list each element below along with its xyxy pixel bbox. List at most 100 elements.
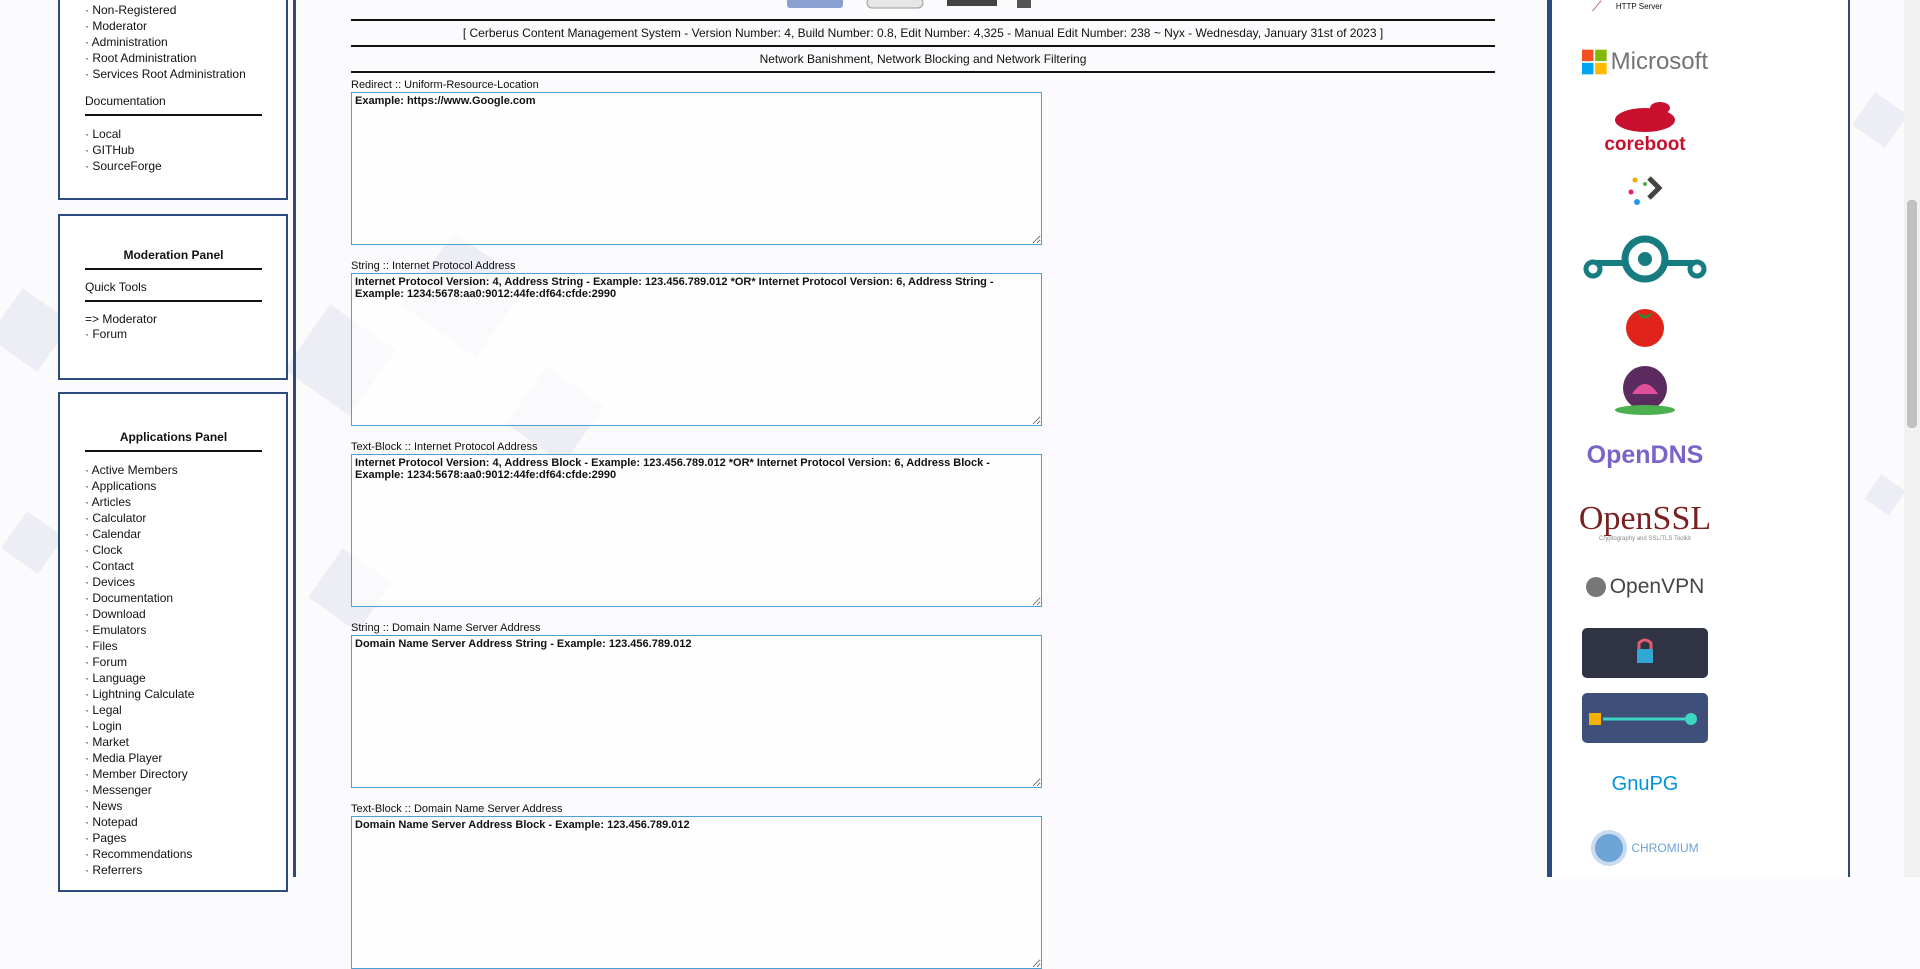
lotus-logo[interactable] — [1582, 364, 1708, 418]
application-item[interactable]: Notepad — [85, 814, 262, 830]
application-item[interactable]: Clock — [85, 542, 262, 558]
dns-block-label: Text-Block :: Domain Name Server Address — [351, 803, 563, 815]
application-item[interactable]: Media Player — [85, 750, 262, 766]
dns-string-field: String :: Domain Name Server Address Dom… — [351, 622, 1042, 788]
openvpn-icon — [1585, 577, 1606, 597]
application-item[interactable]: Applications — [85, 478, 262, 494]
sponsor-logo-panel: ⟋ HTTP Server Microsoft coreboot OpenDNS… — [1550, 0, 1850, 877]
apache-logo[interactable]: ⟋ HTTP Server — [1582, 0, 1718, 14]
coreboot-logo[interactable]: coreboot — [1582, 100, 1708, 156]
documentation-item[interactable]: Local — [85, 126, 262, 142]
application-item[interactable]: News — [85, 798, 262, 814]
coreboot-rabbit-icon — [1615, 102, 1675, 132]
main-content: [ Cerberus Content Management System - V… — [351, 0, 1495, 969]
divider — [351, 71, 1495, 73]
moderator-link[interactable]: => Moderator — [85, 312, 262, 327]
access-item[interactable]: Moderator — [85, 18, 262, 34]
dots-arrow-logo[interactable] — [1582, 170, 1708, 214]
application-item[interactable]: Calculator — [85, 510, 262, 526]
lock-network-icon — [1637, 638, 1653, 663]
access-item[interactable]: Root Administration — [85, 50, 262, 66]
encryption-key-logo[interactable] — [1582, 693, 1708, 743]
application-item[interactable]: Referrers — [85, 862, 262, 878]
application-item[interactable]: Recommendations — [85, 846, 262, 862]
application-item[interactable]: Emulators — [85, 622, 262, 638]
access-item[interactable]: Administration — [85, 34, 262, 50]
ip-block-field: Text-Block :: Internet Protocol Address … — [351, 441, 1042, 607]
openvpn-logo[interactable]: OpenVPN — [1582, 570, 1708, 604]
redirect-url-label: Redirect :: Uniform-Resource-Location — [351, 79, 539, 91]
ip-string-textarea[interactable]: Internet Protocol Version: 4, Address St… — [351, 273, 1042, 426]
application-item[interactable]: Market — [85, 734, 262, 750]
application-item[interactable]: Download — [85, 606, 262, 622]
header-bar: [ Cerberus Content Management System - V… — [462, 26, 1384, 40]
redirect-url-textarea[interactable]: Example: https://www.Google.com — [351, 92, 1042, 245]
gnupg-label: GnuPG — [1611, 772, 1679, 795]
application-item[interactable]: Active Members — [85, 462, 262, 478]
security-graphic-logo[interactable] — [1582, 628, 1708, 678]
application-item[interactable]: Files — [85, 638, 262, 654]
documentation-item[interactable]: GITHub — [85, 142, 262, 158]
dns-block-field: Text-Block :: Domain Name Server Address… — [351, 803, 1042, 969]
ip-block-textarea[interactable]: Internet Protocol Version: 4, Address Bl… — [351, 454, 1042, 607]
applications-list: Active Members Applications Articles Cal… — [85, 462, 262, 878]
application-item[interactable]: Forum — [85, 654, 262, 670]
chromium-label: CHROMIUM — [1631, 841, 1699, 855]
http-server-label: HTTP Server — [1615, 1, 1663, 11]
openssl-logo[interactable]: OpenSSL Cryptography and SSL/TLS Toolkit — [1578, 498, 1712, 546]
dots-chevron-icon — [1628, 176, 1663, 205]
documentation-list: Local GITHub SourceForge — [85, 126, 262, 174]
chromium-logo[interactable]: CHROMIUM — [1582, 826, 1708, 870]
ip-string-label: String :: Internet Protocol Address — [351, 260, 516, 272]
application-item[interactable]: Lightning Calculate — [85, 686, 262, 702]
microsoft-logo[interactable]: Microsoft — [1582, 44, 1708, 80]
moderation-panel: Moderation Panel Quick Tools => Moderato… — [58, 214, 288, 380]
tomato-icon — [1626, 309, 1664, 347]
application-item[interactable]: Member Directory — [85, 766, 262, 782]
access-list: Non-Registered Moderator Administration … — [85, 2, 262, 82]
chromium-icon — [1591, 830, 1628, 866]
access-item[interactable]: Services Root Administration — [85, 66, 262, 82]
application-item[interactable]: Articles — [85, 494, 262, 510]
dns-string-textarea[interactable]: Domain Name Server Address String - Exam… — [351, 635, 1042, 788]
lineageos-logo[interactable] — [1582, 232, 1708, 286]
openssl-sublabel: Cryptography and SSL/TLS Toolkit — [1599, 536, 1691, 542]
forum-link[interactable]: · Forum — [85, 327, 262, 342]
lineage-icon — [1583, 235, 1707, 283]
documentation-item[interactable]: SourceForge — [85, 158, 262, 174]
moderation-panel-title: Moderation Panel — [85, 248, 262, 270]
openssl-label: OpenSSL — [1578, 500, 1712, 537]
main-left-border — [293, 0, 296, 877]
tomato-logo[interactable] — [1582, 300, 1708, 350]
application-item[interactable]: Legal — [85, 702, 262, 718]
application-item[interactable]: Devices — [85, 574, 262, 590]
quick-tools-title: Quick Tools — [85, 280, 262, 302]
access-panel: Non-Registered Moderator Administration … — [58, 0, 288, 200]
key-lock-icon — [1589, 713, 1697, 725]
page-scrollbar[interactable] — [1904, 0, 1920, 877]
opendns-logo[interactable]: OpenDNS — [1582, 438, 1708, 472]
application-item[interactable]: Messenger — [85, 782, 262, 798]
ip-string-field: String :: Internet Protocol Address Inte… — [351, 260, 1042, 426]
ip-block-label: Text-Block :: Internet Protocol Address — [351, 441, 538, 453]
dns-block-textarea[interactable]: Domain Name Server Address Block - Examp… — [351, 816, 1042, 969]
opendns-label-text: OpenDNS — [1586, 440, 1704, 469]
scrollbar-thumb[interactable] — [1907, 200, 1917, 428]
application-item[interactable]: Language — [85, 670, 262, 686]
redirect-url-field: Redirect :: Uniform-Resource-Location Ex… — [351, 79, 1042, 245]
application-item[interactable]: Documentation — [85, 590, 262, 606]
gnupg-logo[interactable]: GnuPG — [1582, 764, 1708, 804]
application-item[interactable]: Pages — [85, 830, 262, 846]
applications-panel: Applications Panel Active Members Applic… — [58, 392, 288, 892]
application-item[interactable]: Calendar — [85, 526, 262, 542]
microsoft-label: Microsoft — [1610, 48, 1708, 75]
feather-icon: ⟋ — [1592, 0, 1602, 14]
application-item[interactable]: Contact — [85, 558, 262, 574]
openvpn-label: OpenVPN — [1609, 575, 1705, 598]
application-item[interactable]: Login — [85, 718, 262, 734]
access-item[interactable]: Non-Registered — [85, 2, 262, 18]
top-image-strip — [787, 0, 1037, 10]
dns-string-label: String :: Domain Name Server Address — [351, 622, 541, 634]
page-title: Network Banishment, Network Blocking and… — [759, 52, 1087, 66]
applications-panel-title: Applications Panel — [85, 430, 262, 452]
